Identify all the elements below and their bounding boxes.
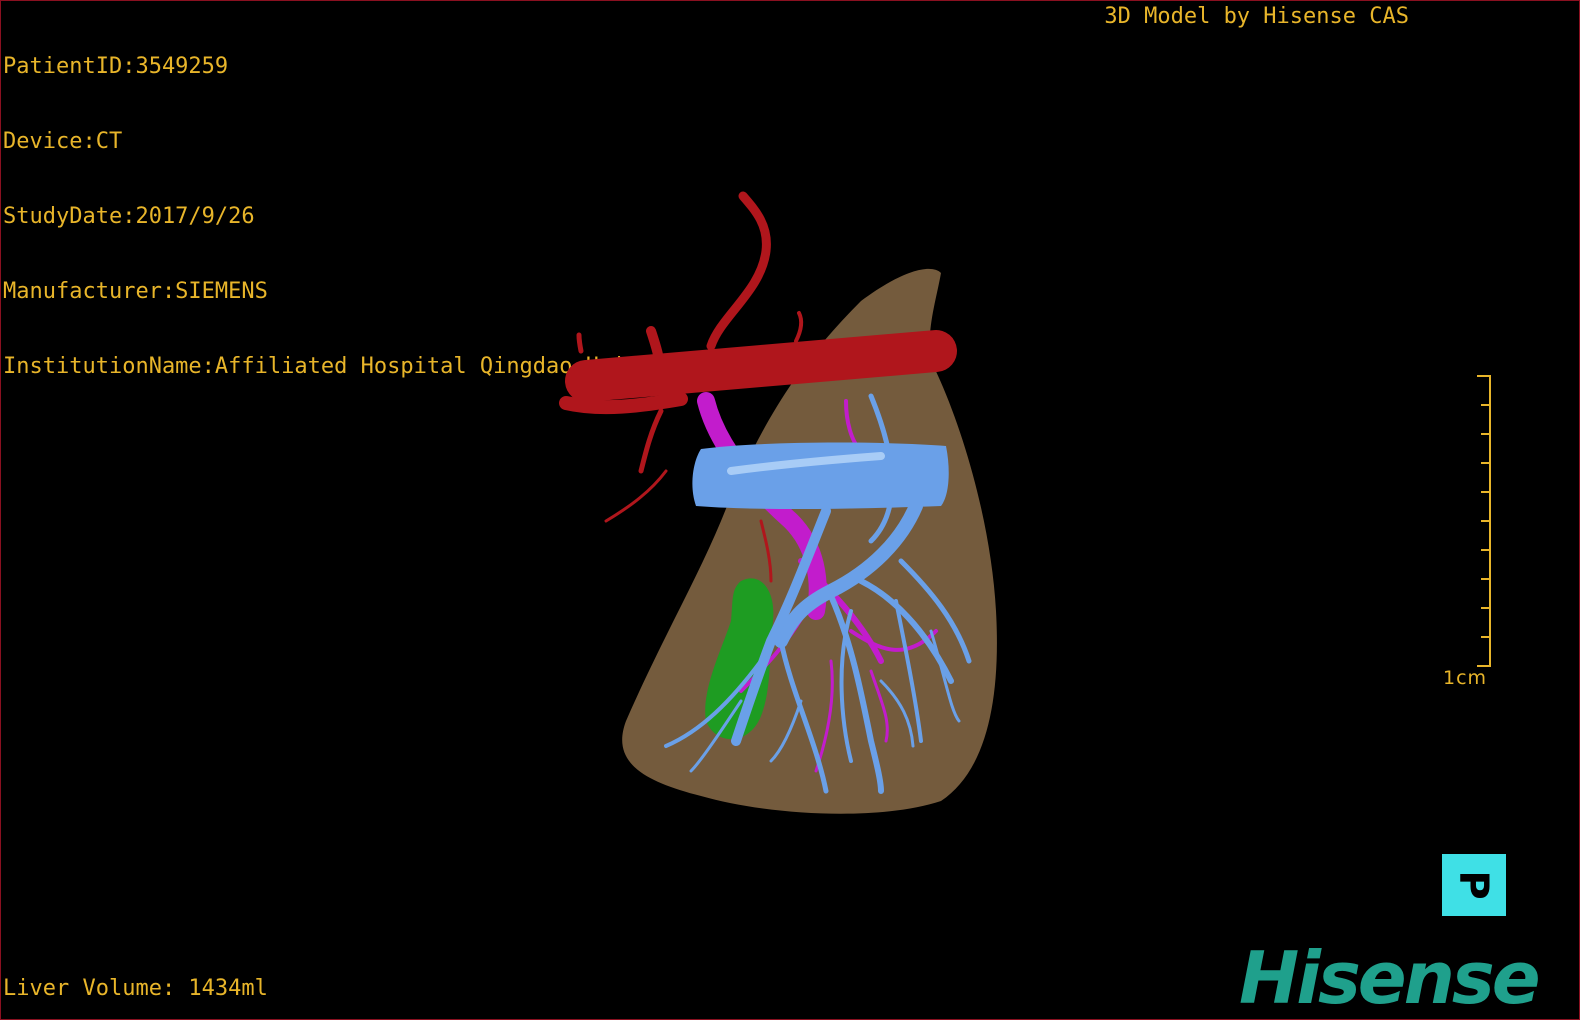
scale-tick <box>1481 578 1491 580</box>
scale-tick <box>1481 636 1491 638</box>
scale-tick <box>1481 607 1491 609</box>
3d-viewport[interactable]: PatientID:3549259 Device:CT StudyDate:20… <box>0 0 1580 1020</box>
scale-tick <box>1481 491 1491 493</box>
scale-tick <box>1481 462 1491 464</box>
scale-tick <box>1481 549 1491 551</box>
scale-tick <box>1481 404 1491 406</box>
scale-bar <box>1475 375 1491 667</box>
orientation-label: P <box>1450 870 1497 900</box>
scale-bar-label: 1cm <box>1443 667 1488 689</box>
portal-vein <box>692 442 949 510</box>
scale-tick <box>1477 375 1491 377</box>
liver-volume: Liver Volume: 1434ml <box>3 976 268 1001</box>
liver-3d-model[interactable] <box>1 1 1579 1019</box>
hisense-logo: Hisense <box>1239 936 1541 1020</box>
scale-tick <box>1481 520 1491 522</box>
scale-tick <box>1481 433 1491 435</box>
orientation-cube[interactable]: P <box>1442 854 1506 916</box>
